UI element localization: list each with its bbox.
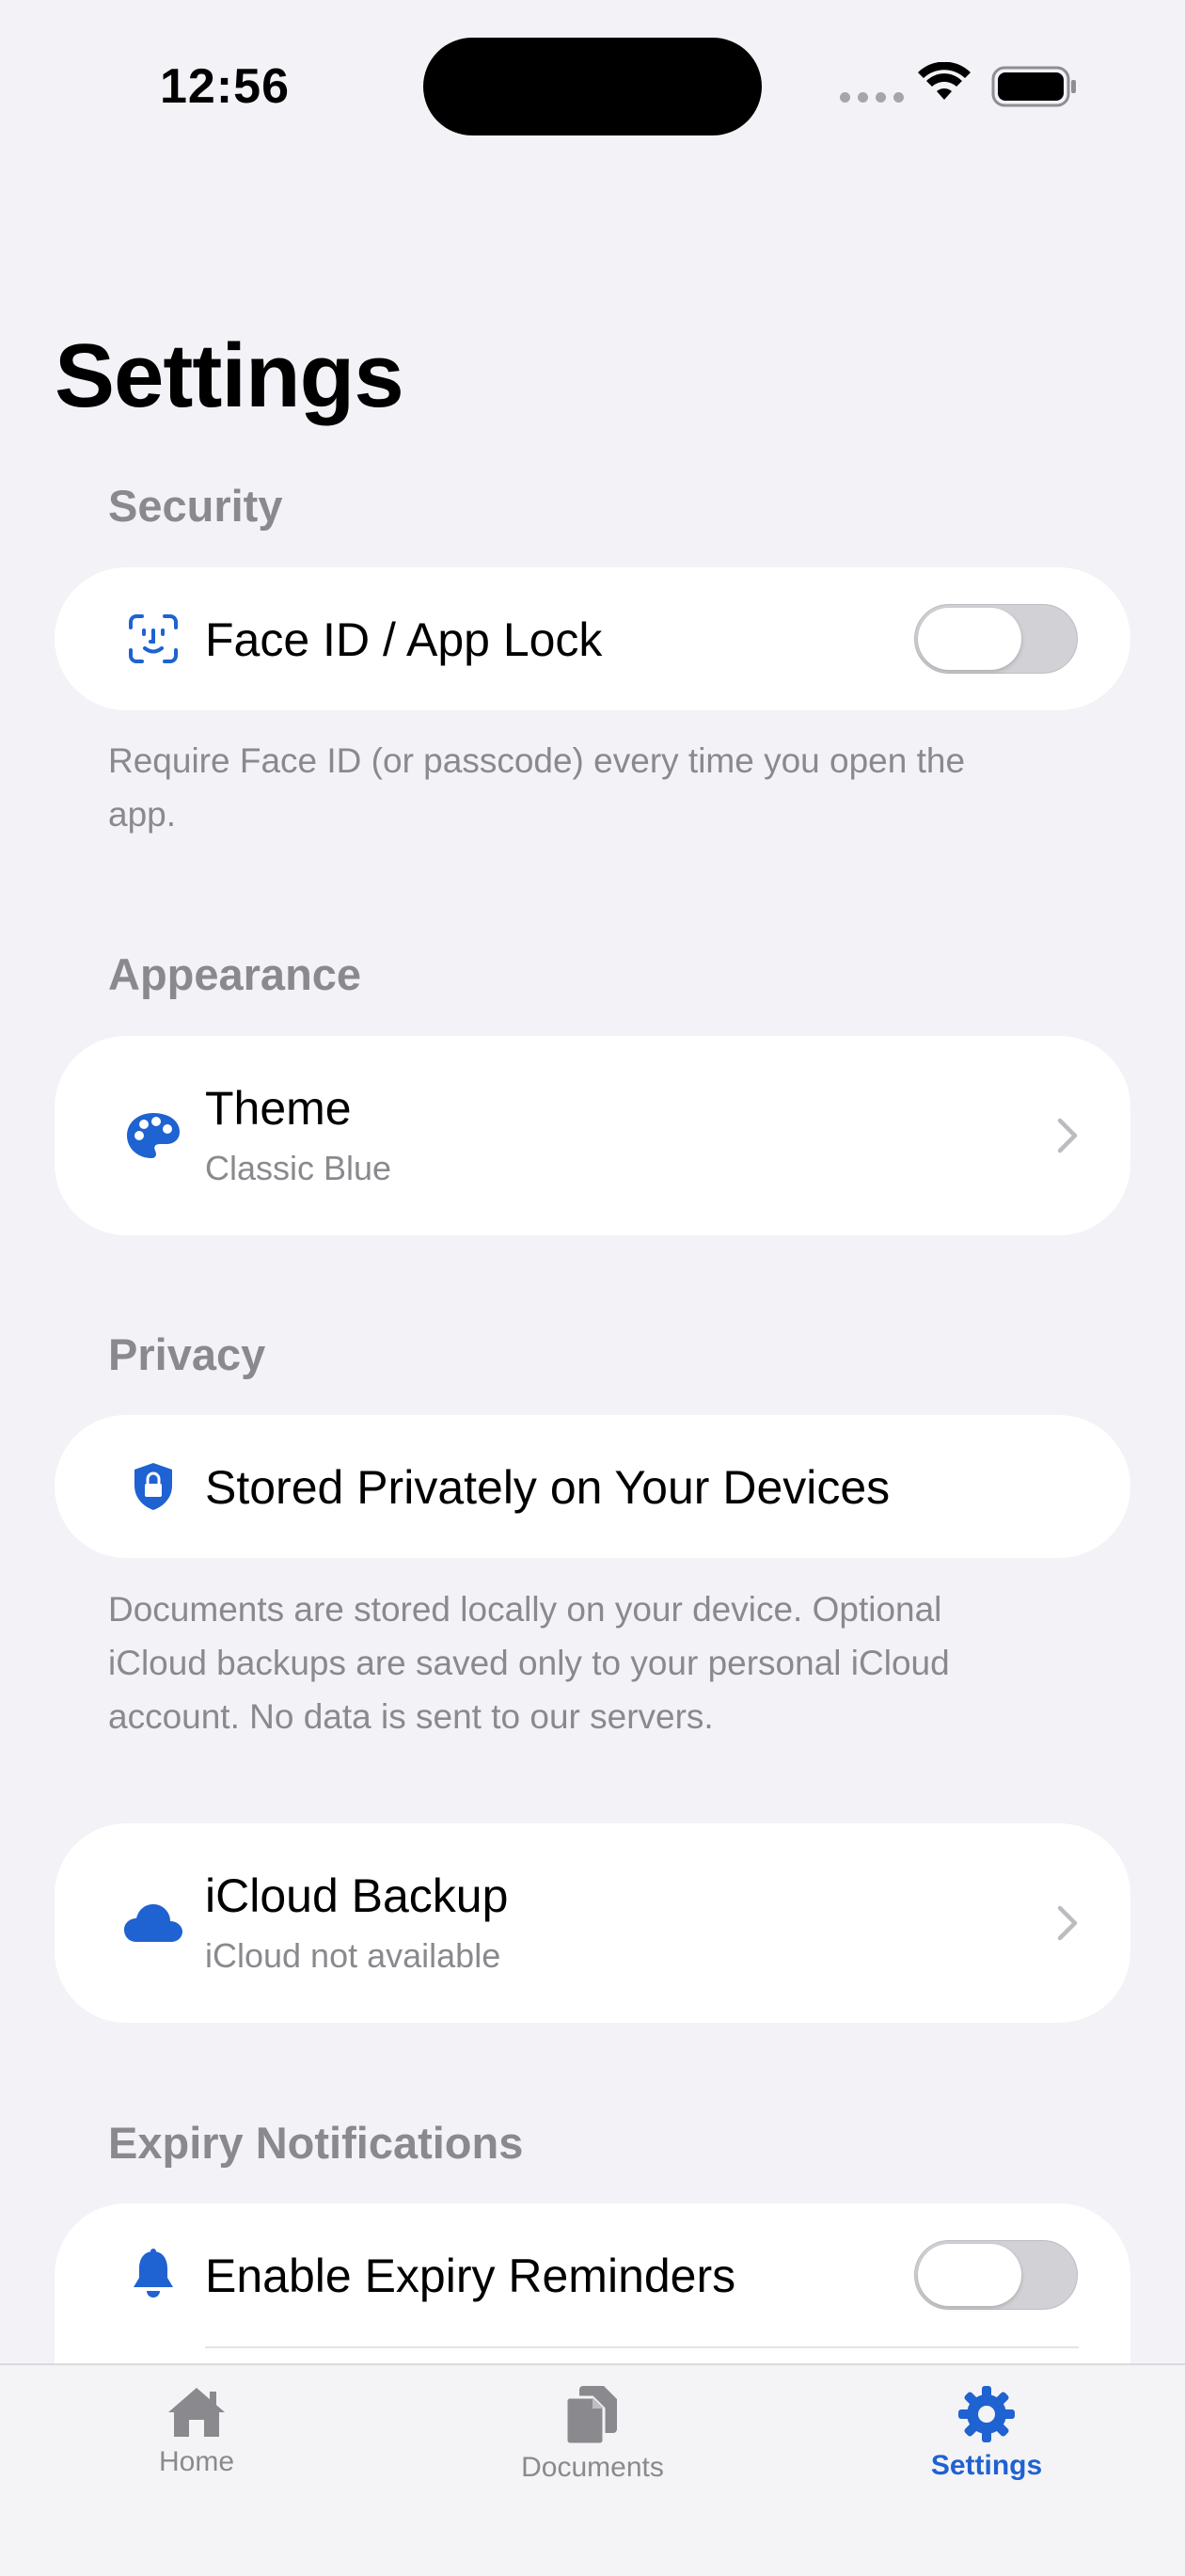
section-header-appearance: Appearance <box>108 949 362 999</box>
face-id-label: Face ID / App Lock <box>205 613 603 666</box>
lock-shield-icon <box>120 1454 186 1519</box>
stored-privately-row: Stored Privately on Your Devices <box>55 1415 1130 1558</box>
section-header-privacy: Privacy <box>108 1329 266 1379</box>
cellular-signal-icon <box>840 92 904 103</box>
face-id-row: Face ID / App Lock <box>55 567 1130 710</box>
icloud-status: iCloud not available <box>205 1936 501 1975</box>
theme-label: Theme <box>205 1082 352 1135</box>
tab-documents[interactable]: Documents <box>451 2384 734 2484</box>
row-divider <box>205 2346 1079 2348</box>
section-header-security: Security <box>108 481 283 531</box>
stored-privately-label: Stored Privately on Your Devices <box>205 1461 891 1514</box>
tab-home-label: Home <box>158 2446 235 2477</box>
privacy-footer: Documents are stored locally on your dev… <box>108 1590 950 1736</box>
icloud-backup-label: iCloud Backup <box>205 1869 509 1922</box>
battery-icon <box>991 66 1076 107</box>
page-title: Settings <box>55 326 404 426</box>
bell-icon <box>120 2241 186 2307</box>
chevron-right-icon <box>1057 1905 1078 1941</box>
icloud-backup-row[interactable]: iCloud Backup iCloud not available <box>55 1823 1130 2023</box>
gear-icon <box>958 2386 1015 2442</box>
wifi-icon <box>918 62 971 100</box>
face-id-toggle[interactable] <box>910 600 1082 677</box>
house-icon <box>168 2388 225 2437</box>
tab-bar: Home Documents Settings <box>0 2363 1185 2576</box>
theme-row[interactable]: Theme Classic Blue <box>55 1036 1130 1235</box>
section-header-expiry: Expiry Notifications <box>108 2118 524 2168</box>
security-footer: Require Face ID (or passcode) every time… <box>108 741 966 834</box>
cloud-icon <box>120 1890 186 1956</box>
tab-settings[interactable]: Settings <box>845 2384 1128 2482</box>
tab-settings-label: Settings <box>930 2450 1043 2481</box>
tab-home[interactable]: Home <box>55 2384 338 2478</box>
theme-value: Classic Blue <box>205 1149 392 1187</box>
tab-documents-label: Documents <box>521 2452 664 2483</box>
chevron-right-icon <box>1057 1118 1078 1153</box>
expiry-reminders-toggle[interactable] <box>910 2236 1082 2314</box>
documents-icon <box>564 2386 617 2446</box>
expiry-reminders-label: Enable Expiry Reminders <box>205 2250 736 2302</box>
dynamic-island <box>423 38 762 135</box>
status-time: 12:56 <box>160 59 290 114</box>
palette-icon <box>120 1103 186 1169</box>
face-id-icon <box>120 606 186 672</box>
